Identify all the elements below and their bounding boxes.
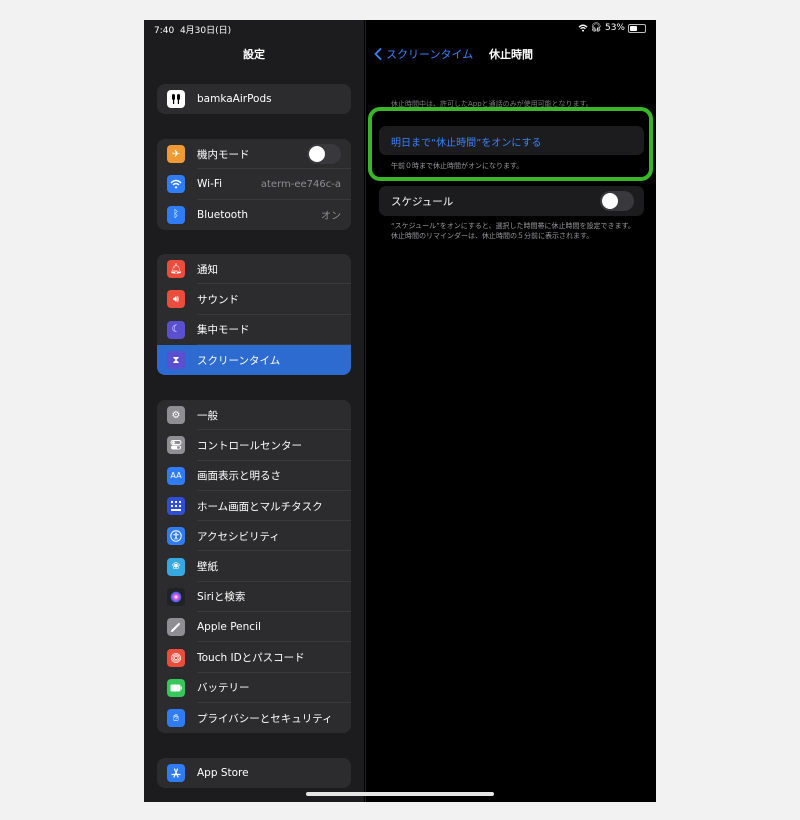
- gear-icon: ⚙: [167, 406, 185, 425]
- sidebar-item-label: App Store: [197, 767, 249, 780]
- battery-level: [630, 25, 637, 31]
- moon-icon: ☾: [167, 320, 185, 339]
- bluetooth-icon: ᛒ: [167, 205, 185, 224]
- sidebar-item-privacy[interactable]: ✋︎ プライバシーとセキュリティ: [157, 703, 351, 733]
- bluetooth-value: オン: [321, 211, 341, 223]
- fingerprint-icon: [167, 648, 185, 667]
- sidebar-item-label: アクセシビリティ: [197, 530, 280, 543]
- account-group: bamkaAirPods: [157, 84, 351, 115]
- sidebar-item-display[interactable]: AA 画面表示と明るさ: [157, 461, 351, 491]
- schedule-toggle[interactable]: [600, 191, 634, 211]
- sidebar-item-label: Bluetooth: [197, 208, 248, 221]
- sidebar-item-home-screen[interactable]: ホーム画面とマルチタスク: [157, 491, 351, 522]
- sidebar-item-label: 機内モード: [197, 148, 250, 161]
- schedule-row[interactable]: スケジュール: [379, 186, 644, 216]
- back-button-label: スクリーンタイム: [386, 48, 474, 61]
- sidebar-item-battery[interactable]: バッテリー: [157, 673, 351, 703]
- general-group: ⚙ 一般 コントロールセンター AA 画面表示と明るさ ホーム画面とマルチタスク…: [157, 400, 351, 734]
- schedule-note: “スケジュール”をオンにすると、選択した時間帯に休止時間を設定できます。休止時間…: [391, 222, 635, 240]
- hand-icon: ✋︎: [167, 709, 185, 728]
- status-bar: 7:40 4月30日(日) 🎧︎ 53%: [144, 20, 656, 38]
- sidebar-item-label: コントロールセンター: [197, 439, 302, 452]
- sidebar-title: 設定: [243, 48, 265, 61]
- sidebar-item-label: 集中モード: [197, 324, 250, 337]
- sidebar-item-notifications[interactable]: 🔔︎ 通知: [157, 254, 351, 285]
- downtime-detail-pane: スクリーンタイム 休止時間 休止時間中は、許可したAppと通話のみが使用可能とな…: [365, 20, 656, 802]
- back-button[interactable]: スクリーンタイム: [374, 46, 473, 62]
- battery-status-icon: [628, 23, 646, 33]
- sidebar-item-siri[interactable]: Siriと検索: [157, 582, 351, 613]
- speaker-icon: 🔊︎: [167, 290, 185, 309]
- sidebar-item-label: 一般: [197, 409, 218, 422]
- wifi-icon: [167, 175, 185, 194]
- bell-icon: 🔔︎: [167, 260, 185, 279]
- sidebar-item-label: 壁紙: [197, 561, 218, 574]
- accessibility-icon: [167, 527, 185, 546]
- ipad-screen: 設定 bamkaAirPods ✈ 機内モード Wi-Fi aterm-ee74…: [144, 20, 656, 802]
- hourglass-icon: ⧗: [167, 351, 185, 370]
- schedule-label: スケジュール: [391, 195, 454, 208]
- page-title: 休止時間: [489, 48, 533, 61]
- enable-downtime-note: 午前０時まで休止時間がオンになります。: [391, 162, 524, 170]
- sidebar-item-label: Apple Pencil: [197, 621, 261, 634]
- wifi-network-value: aterm-ee746c-a: [260, 178, 341, 190]
- flower-icon: ❀: [167, 557, 185, 576]
- chevron-left-icon: [374, 48, 382, 60]
- sidebar-item-label: 通知: [197, 263, 218, 276]
- pencil-icon: [167, 618, 185, 637]
- status-right: 🎧︎ 53%: [578, 23, 646, 33]
- sidebar-item-apple-pencil[interactable]: Apple Pencil: [157, 612, 351, 643]
- home-indicator[interactable]: [306, 792, 494, 796]
- connectivity-group: ✈ 機内モード Wi-Fi aterm-ee746c-a ᛒ Bluetooth…: [157, 139, 351, 230]
- sidebar-item-label: プライバシーとセキュリティ: [197, 712, 333, 725]
- airplane-mode-toggle[interactable]: [307, 144, 341, 165]
- status-time: 7:40 4月30日(日): [154, 23, 231, 36]
- sidebar-item-app-store[interactable]: App Store: [157, 758, 351, 788]
- toggle-knob: [309, 146, 325, 163]
- airplane-icon: ✈: [167, 145, 185, 164]
- sidebar-item-wallpaper[interactable]: ❀ 壁紙: [157, 551, 351, 582]
- sidebar-item-label: スクリーンタイム: [197, 354, 281, 367]
- text-size-icon: AA: [167, 466, 185, 485]
- notifications-group: 🔔︎ 通知 🔊︎ サウンド ☾ 集中モード ⧗ スクリーンタイム: [157, 254, 351, 376]
- sidebar-item-airpods[interactable]: bamkaAirPods: [157, 84, 351, 114]
- enable-downtime-until-tomorrow-button[interactable]: 明日まで“休止時間”をオンにする: [379, 126, 644, 155]
- sidebar-item-airplane-mode[interactable]: ✈ 機内モード: [157, 139, 351, 170]
- siri-icon: [167, 587, 185, 606]
- sidebar-item-general[interactable]: ⚙ 一般: [157, 400, 351, 431]
- store-group: App Store: [157, 758, 351, 789]
- wifi-status-icon: [578, 24, 587, 32]
- appstore-icon: [167, 764, 185, 783]
- settings-sidebar: 設定 bamkaAirPods ✈ 機内モード Wi-Fi aterm-ee74…: [144, 20, 364, 802]
- sidebar-item-wifi[interactable]: Wi-Fi aterm-ee746c-a: [157, 169, 351, 200]
- sidebar-item-label: bamkaAirPods: [197, 93, 272, 106]
- sidebar-item-bluetooth[interactable]: ᛒ Bluetooth オン: [157, 200, 351, 230]
- sidebar-item-label: 画面表示と明るさ: [197, 470, 281, 483]
- sidebar-item-sounds[interactable]: 🔊︎ サウンド: [157, 284, 351, 315]
- toggle-knob: [602, 193, 618, 209]
- sidebar-item-touch-id[interactable]: Touch IDとパスコード: [157, 642, 351, 673]
- enable-downtime-label: 明日まで“休止時間”をオンにする: [391, 138, 542, 149]
- grid-icon: [167, 497, 185, 516]
- status-clock: 7:40: [154, 26, 175, 36]
- sidebar-item-control-center[interactable]: コントロールセンター: [157, 430, 351, 461]
- sidebar-item-label: Siriと検索: [197, 591, 246, 604]
- sidebar-item-label: バッテリー: [197, 682, 250, 695]
- battery-percent: 53%: [604, 23, 625, 33]
- sidebar-item-focus[interactable]: ☾ 集中モード: [157, 315, 351, 345]
- battery-icon: [167, 678, 185, 697]
- sidebar-item-screen-time[interactable]: ⧗ スクリーンタイム: [157, 344, 351, 376]
- sidebar-item-label: Wi-Fi: [197, 178, 223, 191]
- switches-icon: [167, 436, 185, 455]
- sidebar-item-label: Touch IDとパスコード: [197, 652, 305, 665]
- sidebar-item-label: サウンド: [197, 293, 239, 306]
- sidebar-item-accessibility[interactable]: アクセシビリティ: [157, 521, 351, 552]
- sidebar-item-label: ホーム画面とマルチタスク: [197, 500, 323, 513]
- status-date: 4月30日(日): [179, 26, 232, 36]
- airpods-icon: [167, 90, 185, 109]
- headphones-icon: 🎧︎: [590, 23, 602, 33]
